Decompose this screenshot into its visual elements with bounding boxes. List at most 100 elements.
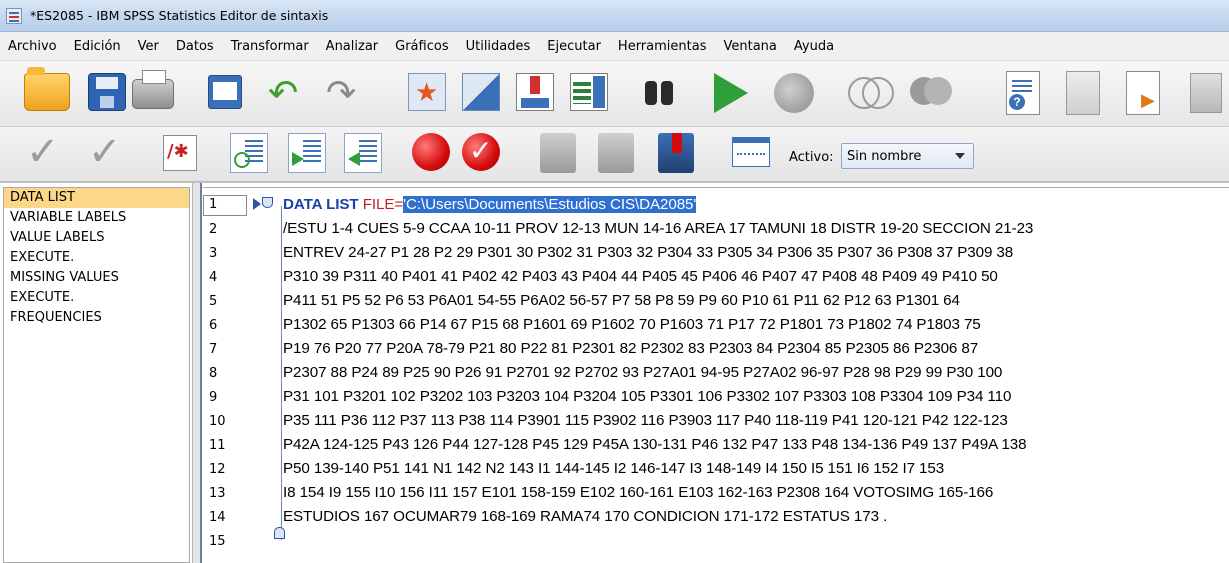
- nav-item-value-labels[interactable]: VALUE LABELS: [4, 228, 189, 248]
- outdent-right-icon[interactable]: [288, 133, 326, 173]
- menu-analizar[interactable]: Analizar: [326, 39, 378, 54]
- line-number: 5: [209, 294, 218, 309]
- step-marker-icon: [253, 198, 261, 210]
- document-icon[interactable]: [1066, 71, 1100, 115]
- bookmark-icon[interactable]: [540, 133, 576, 173]
- bookmark-next-icon[interactable]: [598, 133, 634, 173]
- code-line: P35 111 P36 112 P37 113 P38 114 P3901 11…: [283, 412, 1008, 429]
- venn-icon[interactable]: [846, 73, 894, 113]
- goto-case-icon[interactable]: [408, 73, 446, 111]
- code-line: P50 139-140 P51 141 N1 142 N2 143 I1 144…: [283, 460, 945, 477]
- find-icon[interactable]: [642, 75, 676, 109]
- outdent-left-icon[interactable]: [344, 133, 382, 173]
- validate-icon[interactable]: [22, 129, 66, 175]
- menu-datos[interactable]: Datos: [176, 39, 214, 54]
- line-number-gutter: 1 2 3 4 5 6 7 8 9 10 11 12 13 14 15: [203, 188, 285, 563]
- run-icon[interactable]: [714, 73, 748, 113]
- validate-all-icon[interactable]: [84, 129, 128, 175]
- line-number: 8: [209, 366, 218, 381]
- line-number: 15: [209, 534, 226, 549]
- nav-item-frequencies[interactable]: FREQUENCIES: [4, 308, 189, 328]
- toolbar-end-icon[interactable]: [1190, 73, 1222, 113]
- menu-bar: Archivo Edición Ver Datos Transformar An…: [0, 32, 1229, 61]
- active-dataset-value: Sin nombre: [847, 148, 922, 164]
- fold-range-line: [281, 206, 282, 540]
- breakpoint-check-icon[interactable]: [462, 133, 500, 171]
- nav-item-execute[interactable]: EXECUTE.: [4, 248, 189, 268]
- selected-string: 'C:\Users\Documents\Estudios CIS\DA2085': [403, 196, 697, 213]
- code-line: /ESTU 1-4 CUES 5-9 CCAA 10-11 PROV 12-13…: [283, 220, 1034, 237]
- nav-item-missing-values[interactable]: MISSING VALUES: [4, 268, 189, 288]
- chevron-down-icon: [955, 153, 965, 159]
- subcommand-keyword: FILE=: [362, 196, 404, 213]
- open-icon[interactable]: [24, 67, 70, 111]
- insert-case-icon[interactable]: [516, 73, 554, 111]
- code-line: P31 101 P3201 102 P3202 103 P3203 104 P3…: [283, 388, 1012, 405]
- menu-graficos[interactable]: Gráficos: [395, 39, 448, 54]
- line-number: 13: [209, 486, 226, 501]
- code-line: ESTUDIOS 167 OCUMAR79 168-169 RAMA74 170…: [283, 508, 888, 525]
- save-icon[interactable]: [88, 73, 126, 111]
- main-toolbar: [0, 61, 1229, 127]
- line-number: 1: [209, 197, 218, 212]
- document-run-icon[interactable]: [1126, 71, 1160, 115]
- code-line: P310 39 P311 40 P401 41 P402 42 P403 43 …: [283, 268, 998, 285]
- code-line-1: DATA LIST FILE='C:\Users\Documents\Estud…: [283, 196, 696, 213]
- line-number: 14: [209, 510, 226, 525]
- pane-splitter[interactable]: [192, 183, 202, 563]
- line-number: 2: [209, 222, 218, 237]
- stop-icon[interactable]: [774, 73, 814, 113]
- undo-icon[interactable]: [264, 73, 310, 114]
- menu-utilidades[interactable]: Utilidades: [466, 39, 531, 54]
- redo-icon[interactable]: [322, 73, 368, 114]
- spss-syntax-icon: [6, 7, 22, 24]
- indent-icon[interactable]: [230, 133, 268, 173]
- window-title: *ES2085 - IBM SPSS Statistics Editor de …: [30, 8, 329, 23]
- dialog-recall-icon[interactable]: [208, 75, 242, 109]
- fold-start-icon[interactable]: [262, 197, 273, 208]
- line-number: 4: [209, 270, 218, 285]
- active-dataset-select[interactable]: Sin nombre: [841, 143, 974, 169]
- line-number: 3: [209, 246, 218, 261]
- nav-item-variable-labels[interactable]: VARIABLE LABELS: [4, 208, 189, 228]
- bookmark-toggle-icon[interactable]: [658, 133, 694, 173]
- nav-item-execute-2[interactable]: EXECUTE.: [4, 288, 189, 308]
- code-line: ENTREV 24-27 P1 28 P2 29 P301 30 P302 31…: [283, 244, 1014, 261]
- activo-label: Activo:: [789, 150, 834, 165]
- menu-archivo[interactable]: Archivo: [8, 39, 57, 54]
- venn-filled-icon[interactable]: [908, 73, 954, 113]
- menu-ejecutar[interactable]: Ejecutar: [547, 39, 601, 54]
- print-icon[interactable]: [132, 70, 174, 109]
- command-keyword: DATA LIST: [283, 196, 359, 213]
- menu-ayuda[interactable]: Ayuda: [794, 39, 834, 54]
- syntax-toolbar: [0, 127, 1229, 183]
- insert-variable-icon[interactable]: [570, 73, 608, 111]
- line-number: 10: [209, 414, 226, 429]
- line-number: 12: [209, 462, 226, 477]
- fold-end-icon[interactable]: [274, 527, 285, 539]
- nav-item-data-list[interactable]: DATA LIST: [4, 188, 189, 208]
- menu-ventana[interactable]: Ventana: [723, 39, 776, 54]
- line-number: 11: [209, 438, 226, 453]
- comment-icon[interactable]: [163, 135, 197, 171]
- code-line: I8 154 I9 155 I10 156 I11 157 E101 158-1…: [283, 484, 994, 501]
- menu-transformar[interactable]: Transformar: [231, 39, 309, 54]
- code-line: P411 51 P5 52 P6 53 P6A01 54-55 P6A02 56…: [283, 292, 960, 309]
- line-number: 6: [209, 318, 218, 333]
- breakpoint-icon[interactable]: [412, 133, 450, 171]
- menu-ver[interactable]: Ver: [138, 39, 159, 54]
- navigation-pane: DATA LIST VARIABLE LABELS VALUE LABELS E…: [3, 187, 190, 563]
- goto-variable-icon[interactable]: [462, 73, 500, 111]
- menu-herramientas[interactable]: Herramientas: [618, 39, 707, 54]
- code-line: P1302 65 P1303 66 P14 67 P15 68 P1601 69…: [283, 316, 981, 333]
- line-number: 7: [209, 342, 218, 357]
- syntax-editor[interactable]: 1 2 3 4 5 6 7 8 9 10 11 12 13 14 15 DATA…: [203, 187, 1229, 563]
- line-number: 9: [209, 390, 218, 405]
- window-icon[interactable]: [732, 137, 770, 167]
- title-bar: *ES2085 - IBM SPSS Statistics Editor de …: [0, 0, 1229, 32]
- code-line: P2307 88 P24 89 P25 90 P26 91 P2701 92 P…: [283, 364, 1003, 381]
- code-line: P19 76 P20 77 P20A 78-79 P21 80 P22 81 P…: [283, 340, 979, 357]
- syntax-help-icon[interactable]: [1006, 71, 1040, 115]
- menu-edicion[interactable]: Edición: [74, 39, 121, 54]
- code-line: P42A 124-125 P43 126 P44 127-128 P45 129…: [283, 436, 1027, 453]
